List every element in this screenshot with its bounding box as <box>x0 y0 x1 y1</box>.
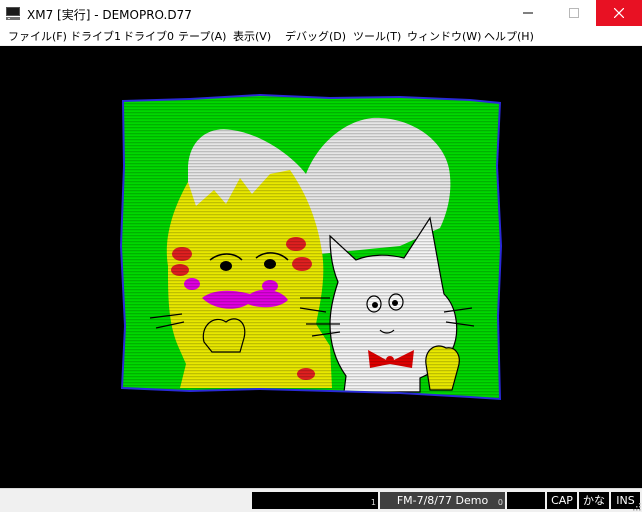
status-drive1: 1 <box>252 492 378 509</box>
menu-tape[interactable]: テープ(A) <box>178 28 226 44</box>
status-kana: かな <box>579 492 609 509</box>
close-icon <box>614 8 624 18</box>
menu-file[interactable]: ファイル(F) <box>8 28 67 44</box>
menu-window[interactable]: ウィンドウ(W) <box>407 28 481 44</box>
menu-tools[interactable]: ツール(T) <box>353 28 401 44</box>
status-bar: 1 FM-7/8/77 Demo 0 CAP かな INS <box>0 488 642 512</box>
emulator-screen[interactable] <box>0 46 642 488</box>
status-cap: CAP <box>547 492 577 509</box>
maximize-button[interactable] <box>551 0 597 26</box>
menu-view[interactable]: 表示(V) <box>233 28 271 44</box>
emulated-display-image <box>120 94 502 400</box>
menu-bar: ファイル(F) ドライブ1 ドライブ0 テープ(A) 表示(V) デバッグ(D)… <box>0 26 642 46</box>
status-drive0: FM-7/8/77 Demo 0 <box>380 492 505 509</box>
status-drive0-text: FM-7/8/77 Demo <box>396 494 489 507</box>
close-button[interactable] <box>596 0 642 26</box>
window-title: XM7 [実行] - DEMOPRO.D77 <box>27 8 192 22</box>
title-bar: XM7 [実行] - DEMOPRO.D77 <box>0 0 642 26</box>
status-drive1-num: 1 <box>370 498 376 507</box>
menu-drive1[interactable]: ドライブ1 <box>70 28 121 44</box>
computer-icon[interactable] <box>5 5 21 21</box>
menu-drive0[interactable]: ドライブ0 <box>123 28 174 44</box>
resize-grip-icon[interactable] <box>631 501 641 511</box>
menu-debug[interactable]: デバッグ(D) <box>285 28 346 44</box>
minimize-button[interactable] <box>505 0 551 26</box>
minimize-icon <box>523 12 533 14</box>
maximize-icon <box>569 8 579 18</box>
menu-help[interactable]: ヘルプ(H) <box>484 28 534 44</box>
status-drive0-num: 0 <box>497 498 503 507</box>
status-blank <box>507 492 545 509</box>
